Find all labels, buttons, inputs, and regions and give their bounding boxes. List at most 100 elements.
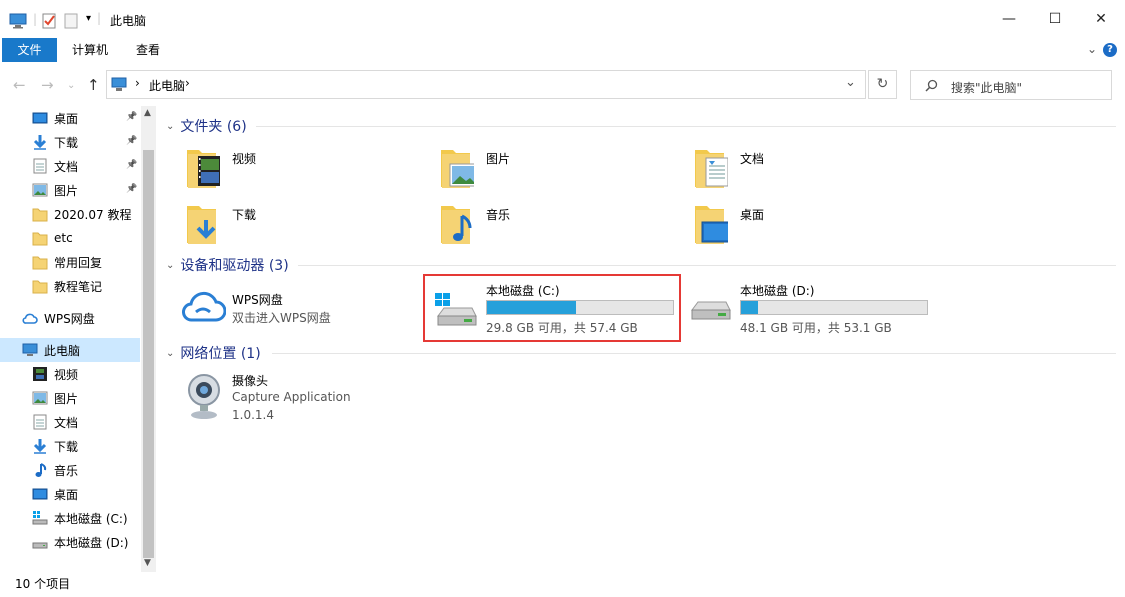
sidebar-item[interactable]: etc (0, 226, 140, 250)
pin-icon[interactable]: 📌 (126, 184, 137, 194)
sidebar-item-label: 文档 (54, 415, 79, 430)
folder-label: 文档 (740, 152, 765, 166)
wps-label: WPS网盘 (232, 293, 283, 307)
minimize-button[interactable]: — (986, 0, 1032, 38)
sidebar-item[interactable]: WPS网盘 (0, 306, 140, 330)
window-title: 此电脑 (110, 14, 147, 28)
folder-tile-documents[interactable]: 文档 (692, 148, 922, 200)
sidebar-item[interactable]: 视频 (0, 362, 140, 386)
sidebar-item[interactable]: 教程笔记 (0, 274, 140, 298)
address-bar[interactable]: › 此电脑 › ⌄ (106, 70, 866, 99)
tab-file[interactable]: 文件 (2, 38, 57, 62)
drive-tile-d[interactable]: 本地磁盘 (D:) 48.1 GB 可用，共 53.1 GB (688, 282, 930, 335)
close-button[interactable]: ✕ (1078, 0, 1124, 38)
wps-subtitle: 双击进入WPS网盘 (232, 311, 331, 325)
cloud-icon (22, 310, 38, 326)
pin-icon[interactable]: 📌 (126, 112, 137, 122)
sidebar-item[interactable]: 本地磁盘 (C:) (0, 506, 140, 530)
sidebar-item-label: 此电脑 (44, 343, 81, 358)
back-icon[interactable]: ← (13, 76, 26, 94)
drive-capacity: 29.8 GB 可用，共 57.4 GB (486, 321, 638, 335)
breadcrumb-separator-icon[interactable]: › (185, 76, 190, 90)
ribbon-tabs: 文件 计算机 查看 ⌄ ? (0, 38, 1125, 62)
sidebar-item-label: 2020.07 教程 (54, 207, 132, 222)
network-item-label: 摄像头 (232, 374, 269, 388)
network-item-camera[interactable]: 摄像头 Capture Application 1.0.1.4 (184, 370, 424, 426)
tab-view[interactable]: 查看 (126, 38, 170, 62)
group-header-network[interactable]: ⌄ 网络位置 (1) (166, 343, 261, 363)
help-icon[interactable]: ? (1103, 43, 1117, 57)
folder-icon (32, 206, 48, 222)
forward-icon[interactable]: → (41, 76, 54, 94)
sidebar-item-label: 桌面 (54, 487, 79, 502)
status-bar: 10 个项目 (0, 572, 1125, 597)
collapse-icon[interactable]: ⌄ (166, 348, 174, 359)
title-divider: | (97, 11, 102, 25)
folder-tile-downloads[interactable]: 下载 (184, 204, 414, 256)
address-dropdown-icon[interactable]: ⌄ (845, 75, 856, 90)
sidebar-item[interactable]: 桌面 (0, 482, 140, 506)
recent-locations-icon[interactable]: ⌄ (67, 80, 75, 91)
collapse-icon[interactable]: ⌄ (166, 121, 174, 132)
collapse-icon[interactable]: ⌄ (166, 260, 174, 271)
breadcrumb-this-pc[interactable]: 此电脑 (149, 77, 185, 94)
up-icon[interactable]: ↑ (87, 76, 100, 94)
folder-tile-pictures[interactable]: 图片 (438, 148, 668, 200)
sidebar-item[interactable]: 文档 📌 (0, 154, 140, 178)
wps-drive-tile[interactable]: WPS网盘 双击进入WPS网盘 (180, 286, 420, 338)
new-folder-icon[interactable] (64, 12, 78, 30)
sidebar-item[interactable]: 图片 (0, 386, 140, 410)
download-folder-icon (187, 206, 216, 244)
sidebar-scrollbar[interactable]: ▲ ▼ (141, 106, 156, 572)
sidebar-item-label: 本地磁盘 (C:) (54, 511, 128, 526)
sidebar-item-label: WPS网盘 (44, 311, 95, 326)
properties-icon[interactable] (41, 12, 57, 30)
sidebar-item[interactable]: 2020.07 教程 (0, 202, 140, 226)
sidebar-item[interactable]: 桌面 📌 (0, 106, 140, 130)
cloud-icon (182, 291, 226, 322)
scroll-down-icon[interactable]: ▼ (144, 558, 151, 568)
sidebar-item[interactable]: 音乐 (0, 458, 140, 482)
drive-tile-c[interactable]: 本地磁盘 (C:) 29.8 GB 可用，共 57.4 GB (434, 282, 676, 335)
qa-divider: | (33, 12, 38, 26)
maximize-button[interactable]: ☐ (1032, 0, 1078, 38)
sidebar-item[interactable]: 图片 📌 (0, 178, 140, 202)
refresh-button[interactable]: ↻ (868, 70, 897, 99)
scrollbar-thumb[interactable] (143, 150, 154, 558)
computer-icon[interactable] (9, 13, 27, 29)
group-header-folders[interactable]: ⌄ 文件夹 (6) (166, 116, 247, 136)
download-icon (32, 134, 48, 150)
drive-label: 本地磁盘 (C:) (486, 284, 560, 298)
sidebar-item[interactable]: 常用回复 (0, 250, 140, 274)
pin-icon[interactable]: 📌 (126, 160, 137, 170)
sidebar-item-label: 本地磁盘 (D:) (54, 535, 129, 550)
folder-tile-desktop[interactable]: 桌面 (692, 204, 922, 256)
desktop-icon (32, 486, 48, 502)
search-input[interactable]: 搜索"此电脑" (910, 70, 1112, 100)
folder-tile-music[interactable]: 音乐 (438, 204, 668, 256)
tab-computer[interactable]: 计算机 (62, 38, 118, 62)
expand-ribbon-icon[interactable]: ⌄ (1087, 42, 1097, 56)
music-icon (32, 462, 48, 478)
folder-icon (32, 230, 48, 246)
folder-tile-videos[interactable]: 视频 (184, 148, 414, 200)
sidebar-item[interactable]: 文档 (0, 410, 140, 434)
desktop-icon (32, 110, 48, 126)
computer-icon (22, 342, 38, 358)
folder-label: 下载 (232, 208, 257, 222)
computer-icon (111, 77, 127, 91)
sidebar-item[interactable]: 下载 (0, 434, 140, 458)
document-folder-icon (695, 150, 728, 188)
close-icon: ✕ (1095, 11, 1107, 27)
sidebar-item[interactable]: 下载 📌 (0, 130, 140, 154)
sidebar-item[interactable]: 此电脑 (0, 338, 140, 362)
customize-qa-icon[interactable]: ▾ (86, 13, 91, 24)
folder-label: 视频 (232, 152, 257, 166)
pin-icon[interactable]: 📌 (126, 136, 137, 146)
scroll-up-icon[interactable]: ▲ (144, 108, 151, 118)
group-header-devices[interactable]: ⌄ 设备和驱动器 (3) (166, 255, 289, 275)
document-icon (32, 414, 48, 430)
video-icon (32, 366, 48, 382)
sidebar-item[interactable]: 本地磁盘 (D:) (0, 530, 140, 554)
breadcrumb-separator-icon[interactable]: › (135, 76, 140, 90)
